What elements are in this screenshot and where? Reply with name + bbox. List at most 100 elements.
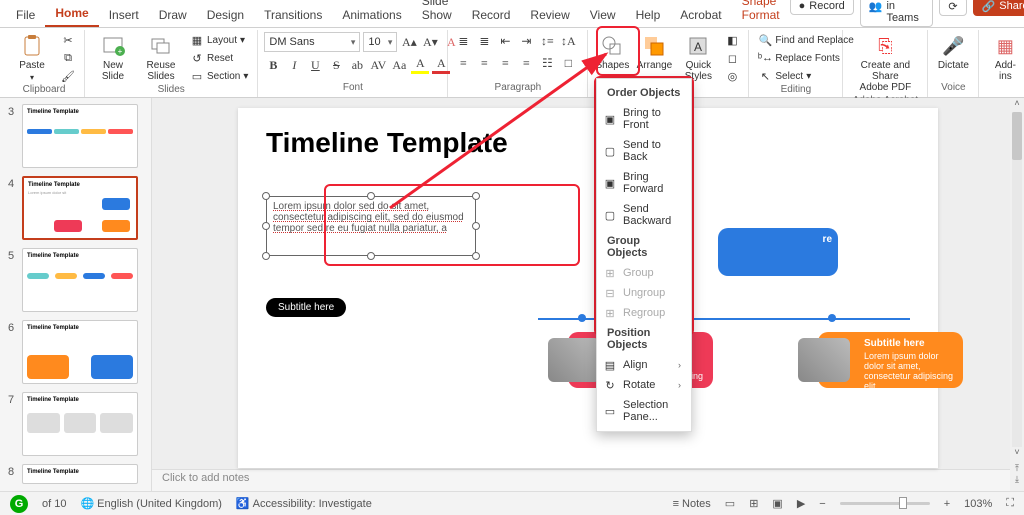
- share-button[interactable]: 🔗Share▾: [973, 0, 1024, 16]
- present-in-teams-button[interactable]: 👥Present in Teams: [860, 0, 934, 27]
- scroll-down-button[interactable]: ˅: [1010, 447, 1024, 461]
- replace-button[interactable]: ᵇ↔Replace Fonts: [755, 50, 856, 66]
- new-slide-button[interactable]: + NewSlide: [91, 32, 135, 84]
- catchup-button[interactable]: ⟳: [939, 0, 966, 16]
- notes-pane[interactable]: Click to add notes: [152, 469, 1024, 491]
- section-button[interactable]: ▭Section ▾: [187, 68, 251, 84]
- align-left-button[interactable]: ≡: [454, 54, 472, 72]
- selected-textbox[interactable]: Lorem ipsum dolor sed do sit amet, conse…: [266, 196, 476, 256]
- find-button[interactable]: 🔍Find and Replace: [755, 32, 856, 48]
- copy-button[interactable]: ⧉: [58, 50, 78, 66]
- bold-button[interactable]: B: [264, 56, 282, 74]
- line-spacing-button[interactable]: ↕≡: [538, 32, 556, 50]
- layout-button[interactable]: ▦Layout ▾: [187, 32, 251, 48]
- zoom-slider[interactable]: [840, 502, 930, 505]
- tab-design[interactable]: Design: [197, 4, 254, 27]
- timeline-card-blue[interactable]: re: [718, 228, 838, 276]
- reuse-slides-button[interactable]: ReuseSlides: [139, 32, 183, 84]
- slide-canvas[interactable]: Timeline Template Lorem ipsum dolor sed …: [238, 108, 938, 468]
- textbox-content[interactable]: Lorem ipsum dolor sed do sit amet, conse…: [273, 201, 464, 234]
- slide-thumbnails[interactable]: 3Timeline Template 4Timeline TemplateLor…: [0, 98, 152, 491]
- vertical-scrollbar[interactable]: ˄ ˅ ⤒⤓: [1010, 98, 1024, 491]
- reset-button[interactable]: ↺Reset: [187, 50, 251, 66]
- case-button[interactable]: Aa: [390, 56, 408, 74]
- dictate-button[interactable]: 🎤 Dictate: [934, 32, 972, 73]
- tab-record[interactable]: Record: [462, 4, 521, 27]
- view-reading-button[interactable]: ▣: [772, 497, 782, 510]
- thumbnail-5[interactable]: Timeline Template: [22, 248, 138, 312]
- tab-animations[interactable]: Animations: [332, 4, 411, 27]
- language-status[interactable]: 🌐English (United Kingdom): [80, 497, 221, 510]
- quick-styles-button[interactable]: A QuickStyles: [678, 32, 718, 84]
- timeline-dot[interactable]: [828, 314, 836, 322]
- timeline-card-2[interactable]: Subtitle here Lorem ipsum dolor dolor si…: [818, 332, 963, 388]
- zoom-level[interactable]: 103%: [964, 498, 992, 510]
- send-backward[interactable]: ▢Send Backward: [597, 199, 691, 231]
- numbering-button[interactable]: ≣: [475, 32, 493, 50]
- resize-handle[interactable]: [367, 192, 375, 200]
- bring-forward[interactable]: ▣Bring Forward: [597, 167, 691, 199]
- shape-fill-button[interactable]: ◧: [722, 32, 742, 48]
- grow-font-button[interactable]: A▴: [400, 33, 418, 51]
- resize-handle[interactable]: [472, 222, 480, 230]
- arrange-button[interactable]: Arrange: [634, 32, 674, 73]
- tab-draw[interactable]: Draw: [149, 4, 197, 27]
- align-menu[interactable]: ▤Align›: [597, 355, 691, 375]
- slide-title[interactable]: Timeline Template: [266, 128, 910, 159]
- addins-button[interactable]: ▦Add-ins: [985, 32, 1024, 84]
- view-slideshow-button[interactable]: ▶: [797, 497, 805, 510]
- thumbnail-6[interactable]: Timeline Template: [22, 320, 138, 384]
- align-text-button[interactable]: □: [559, 54, 577, 72]
- create-pdf-button[interactable]: ⎘ Create and ShareAdobe PDF: [849, 32, 921, 95]
- tab-review[interactable]: Review: [520, 4, 579, 27]
- tab-home[interactable]: Home: [45, 2, 98, 27]
- thumbnail-7[interactable]: Timeline Template: [22, 392, 138, 456]
- scroll-up-button[interactable]: ˄: [1010, 98, 1024, 112]
- slide-counter[interactable]: of 10: [42, 498, 66, 510]
- zoom-in-button[interactable]: +: [944, 498, 950, 510]
- fit-button[interactable]: ⛶: [1006, 497, 1014, 510]
- tab-view[interactable]: View: [580, 4, 626, 27]
- shrink-font-button[interactable]: A▾: [421, 33, 439, 51]
- highlight-button[interactable]: A: [411, 56, 429, 74]
- spacing-button[interactable]: AV: [369, 56, 387, 74]
- shape-effects-button[interactable]: ◎: [722, 68, 742, 84]
- notes-toggle[interactable]: ≡Notes: [673, 498, 711, 510]
- tab-acrobat[interactable]: Acrobat: [670, 4, 731, 27]
- shape-outline-button[interactable]: ◻: [722, 50, 742, 66]
- scroll-thumb[interactable]: [1012, 112, 1022, 160]
- timeline-dot[interactable]: [578, 314, 586, 322]
- thumbnail-4[interactable]: Timeline TemplateLorem ipsum dolor sit: [22, 176, 138, 240]
- tab-transitions[interactable]: Transitions: [254, 4, 332, 27]
- record-button[interactable]: ●Record: [790, 0, 854, 15]
- resize-handle[interactable]: [262, 222, 270, 230]
- select-button[interactable]: ↖Select ▾: [755, 68, 856, 84]
- resize-handle[interactable]: [262, 192, 270, 200]
- resize-handle[interactable]: [472, 192, 480, 200]
- text-direction-button[interactable]: ↕A: [559, 32, 577, 50]
- thumbnail-3[interactable]: Timeline Template: [22, 104, 138, 168]
- strike-button[interactable]: S: [327, 56, 345, 74]
- next-slide-button[interactable]: ⤓: [1015, 474, 1019, 485]
- columns-button[interactable]: ☷: [538, 54, 556, 72]
- format-painter-button[interactable]: 🖌: [58, 68, 78, 84]
- italic-button[interactable]: I: [285, 56, 303, 74]
- tab-shape-format[interactable]: Shape Format: [732, 0, 790, 27]
- timeline-line[interactable]: [538, 318, 910, 320]
- thumbnail-8[interactable]: Timeline Template: [22, 464, 138, 484]
- indent-dec-button[interactable]: ⇤: [496, 32, 514, 50]
- subtitle-chip[interactable]: Subtitle here: [266, 298, 346, 317]
- tab-file[interactable]: File: [6, 4, 45, 27]
- align-right-button[interactable]: ≡: [496, 54, 514, 72]
- rotate-menu[interactable]: ↻Rotate›: [597, 375, 691, 395]
- resize-handle[interactable]: [262, 252, 270, 260]
- bullets-button[interactable]: ≣: [454, 32, 472, 50]
- font-size-combo[interactable]: 10: [363, 32, 397, 52]
- view-normal-button[interactable]: ▭: [725, 497, 735, 510]
- zoom-out-button[interactable]: −: [819, 498, 825, 510]
- underline-button[interactable]: U: [306, 56, 324, 74]
- selection-pane[interactable]: ▭Selection Pane...: [597, 395, 691, 427]
- indent-inc-button[interactable]: ⇥: [517, 32, 535, 50]
- view-sorter-button[interactable]: ⊞: [749, 497, 758, 510]
- grammarly-icon[interactable]: G: [10, 495, 28, 513]
